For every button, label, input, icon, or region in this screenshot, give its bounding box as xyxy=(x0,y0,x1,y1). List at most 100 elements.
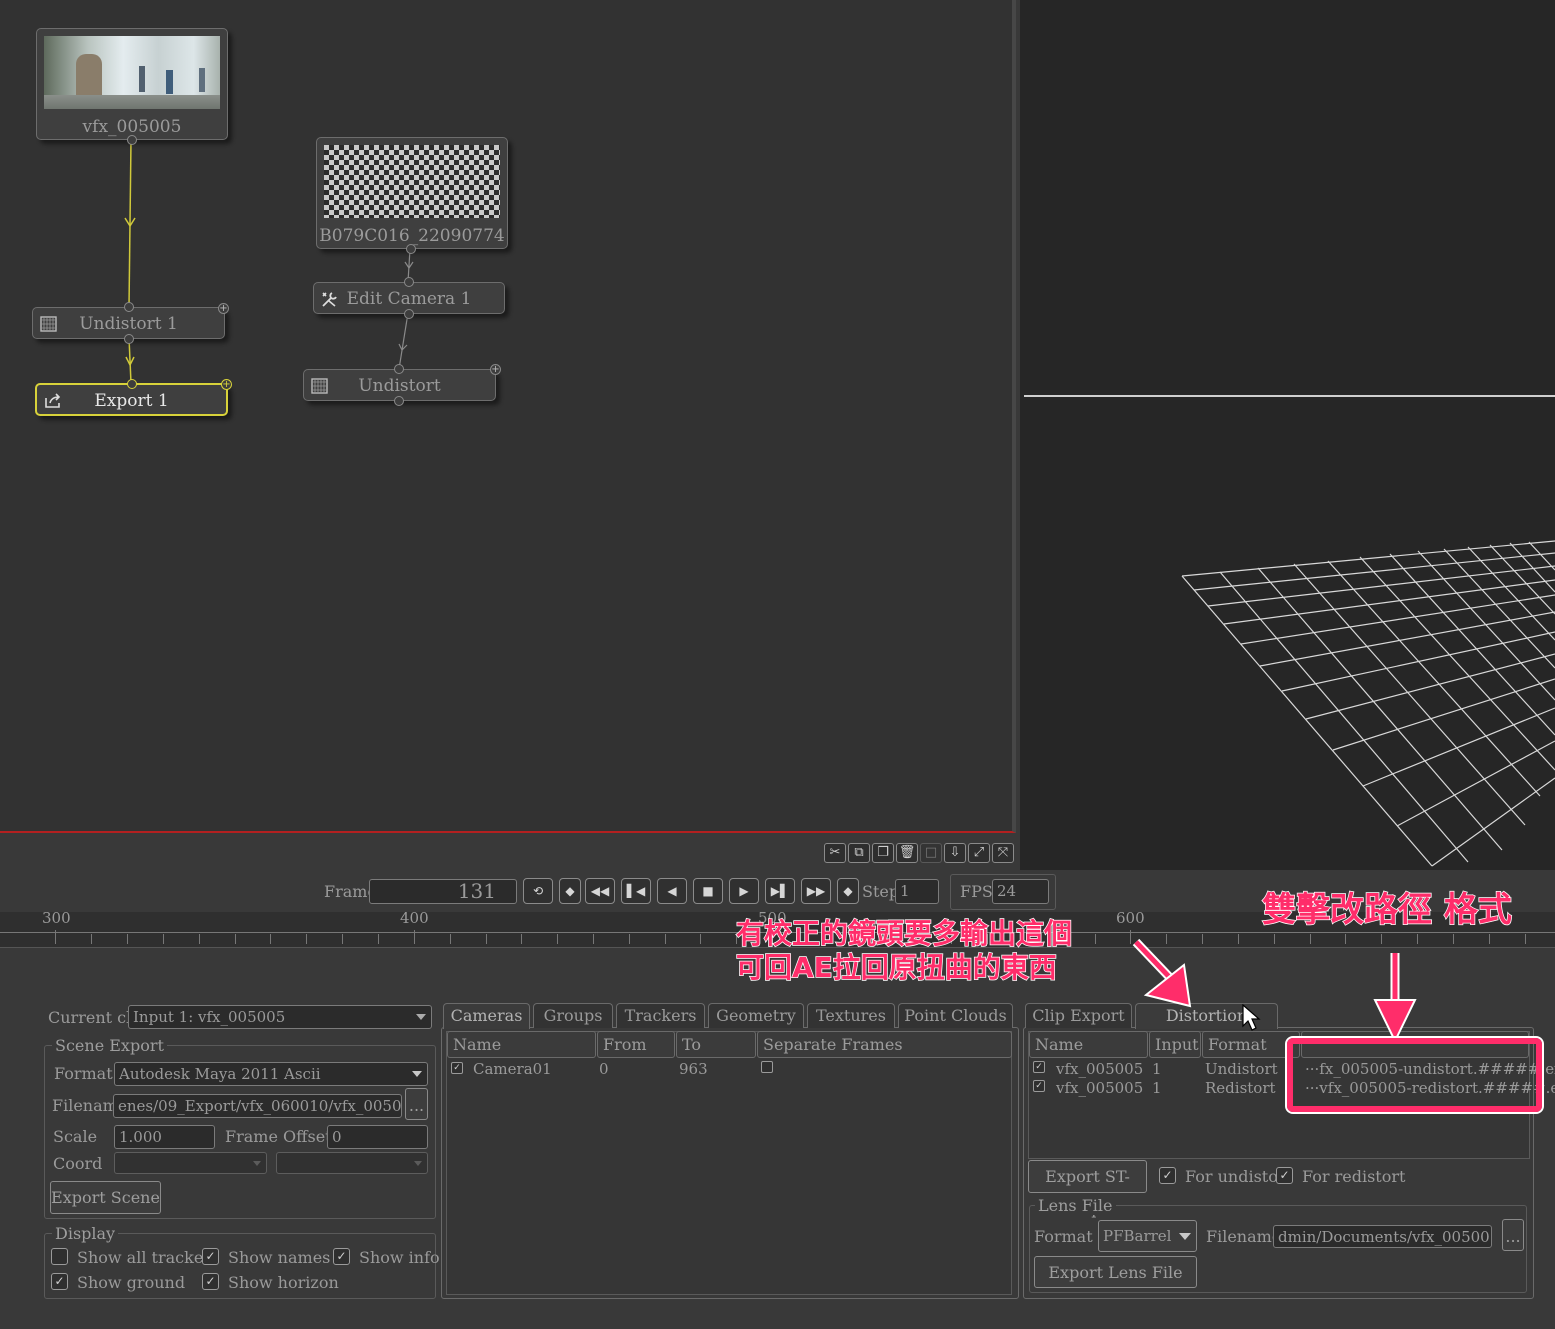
3d-viewport[interactable] xyxy=(1020,0,1555,870)
step-back-icon[interactable]: ▌◀ xyxy=(621,878,651,904)
row-2-format: Redistort xyxy=(1205,1079,1276,1097)
add-output-icon[interactable]: + xyxy=(490,364,501,375)
show-info-checkbox[interactable]: ✓ xyxy=(333,1248,350,1265)
lens-format-select[interactable]: PFBarrel xyxy=(1098,1220,1197,1252)
input-port[interactable] xyxy=(124,302,134,312)
camera-enabled-checkbox[interactable]: ✓ xyxy=(451,1062,463,1074)
tab-point-clouds[interactable]: Point Clouds xyxy=(898,1003,1013,1028)
undistort-node[interactable]: Undistort + xyxy=(303,364,501,406)
annotation-note-1-line-1: 有校正的鏡頭要多輸出這個 xyxy=(735,916,1073,951)
output-port[interactable] xyxy=(404,309,414,319)
coord-select-2[interactable] xyxy=(276,1152,428,1174)
delete-icon[interactable]: 🗑 xyxy=(896,843,918,863)
frame-offset-input[interactable]: 0 xyxy=(327,1125,428,1149)
play-back-icon[interactable]: ◀ xyxy=(657,878,687,904)
show-horizon-checkbox[interactable]: ✓ xyxy=(202,1273,219,1290)
export-lens-file-button[interactable]: Export Lens File xyxy=(1034,1256,1197,1288)
fps-input[interactable]: 24 xyxy=(992,879,1049,904)
stop-icon[interactable]: ■ xyxy=(693,878,723,904)
timeline-tick-label: 400 xyxy=(400,909,429,927)
output-port[interactable] xyxy=(124,334,134,344)
node-label: Undistort 1 xyxy=(79,314,178,334)
step-forward-icon[interactable]: ▶▌ xyxy=(765,878,795,904)
show-all-trackers-checkbox[interactable] xyxy=(51,1248,68,1265)
lens-browse-button[interactable]: ... xyxy=(1502,1219,1524,1251)
tab-trackers[interactable]: Trackers xyxy=(616,1003,705,1028)
fast-forward-icon[interactable]: ▶▶ xyxy=(801,878,831,904)
export-scene-button[interactable]: Export Scene xyxy=(50,1181,161,1214)
format-select[interactable]: Autodesk Maya 2011 Ascii xyxy=(114,1062,428,1086)
show-names-label: Show names xyxy=(228,1248,331,1267)
for-undistort-checkbox[interactable]: ✓ xyxy=(1159,1167,1176,1184)
fit-icon[interactable]: ⤢ xyxy=(968,843,990,863)
keyframe-prev-icon[interactable]: ◆ xyxy=(559,878,581,904)
row-2-name: vfx_005005 xyxy=(1056,1079,1144,1097)
browse-button[interactable]: ... xyxy=(405,1088,428,1120)
add-output-icon[interactable]: + xyxy=(218,303,229,314)
lens-format-value: PFBarrel xyxy=(1103,1227,1172,1245)
input-port[interactable] xyxy=(394,364,404,374)
filename-input[interactable]: enes/09_Export/vfx_060010/vfx_005005.ma xyxy=(113,1094,402,1118)
copy-icon[interactable]: ⧉ xyxy=(848,843,870,863)
loop-icon[interactable]: ⟲ xyxy=(523,878,553,904)
show-horizon-label: Show horizon xyxy=(228,1273,339,1292)
camera-to: 963 xyxy=(679,1060,708,1078)
column-header-to[interactable]: To xyxy=(676,1031,756,1058)
tab-geometry[interactable]: Geometry xyxy=(708,1003,804,1028)
lens-file-title: Lens File xyxy=(1035,1196,1116,1215)
for-redistort-checkbox[interactable]: ✓ xyxy=(1276,1167,1293,1184)
display-title: Display xyxy=(52,1224,119,1243)
frame-input[interactable]: 131 xyxy=(369,879,517,904)
play-icon[interactable]: ▶ xyxy=(729,878,759,904)
clip-node-b079[interactable]: B079C016_22090774 xyxy=(316,137,508,254)
download-icon[interactable]: ⇩ xyxy=(944,843,966,863)
output-port[interactable] xyxy=(127,135,137,145)
cut-icon[interactable]: ✂ xyxy=(824,843,846,863)
chevron-down-icon xyxy=(1179,1233,1191,1240)
export-st-maps-button[interactable]: Export ST-Maps xyxy=(1028,1160,1147,1218)
tab-groups[interactable]: Groups xyxy=(533,1003,613,1028)
input-port[interactable] xyxy=(127,379,137,389)
current-clip-select[interactable]: Input 1: vfx_005005 xyxy=(128,1005,432,1029)
show-info-label: Show info xyxy=(359,1248,440,1267)
disabled-icon[interactable]: □ xyxy=(920,843,942,863)
separate-frames-checkbox[interactable] xyxy=(761,1061,773,1073)
edit-camera-node[interactable]: Edit Camera 1 xyxy=(313,277,505,319)
ground-grid xyxy=(1181,540,1555,867)
input-port[interactable] xyxy=(404,277,414,287)
output-port[interactable] xyxy=(406,244,416,254)
fps-label: FPS xyxy=(960,882,993,901)
undistort-1-node[interactable]: Undistort 1 + xyxy=(32,302,229,344)
scale-input[interactable]: 1.000 xyxy=(114,1125,215,1149)
camera-name: Camera01 xyxy=(473,1060,552,1078)
add-output-icon[interactable]: + xyxy=(221,379,232,390)
tab-textures[interactable]: Textures xyxy=(807,1003,895,1028)
row-2-checkbox[interactable]: ✓ xyxy=(1033,1080,1045,1092)
tab-cameras[interactable]: Cameras xyxy=(443,1003,530,1029)
node-label: Edit Camera 1 xyxy=(346,289,472,309)
node-graph[interactable]: vfx_005005 B079C016_22090774 Undistort 1… xyxy=(0,0,1016,833)
tidy-icon[interactable]: ⤧ xyxy=(992,843,1014,863)
show-names-checkbox[interactable]: ✓ xyxy=(202,1248,219,1265)
lens-filename-label: Filename xyxy=(1206,1227,1282,1246)
step-input[interactable]: 1 xyxy=(895,879,939,904)
rewind-icon[interactable]: ◀◀ xyxy=(585,878,615,904)
keyframe-next-icon[interactable]: ◆ xyxy=(837,878,859,904)
column-header-name[interactable]: Name xyxy=(447,1031,596,1058)
mouse-cursor-icon xyxy=(1242,1004,1261,1031)
clip-node-vfx[interactable]: vfx_005005 xyxy=(36,28,228,145)
output-port[interactable] xyxy=(394,396,404,406)
lens-filename-input[interactable]: dmin/Documents/vfx_005005.pfb xyxy=(1273,1225,1492,1248)
column-header-from[interactable]: From xyxy=(597,1031,675,1058)
export-1-node[interactable]: Export 1 + xyxy=(35,379,232,416)
column-header-input[interactable]: Input xyxy=(1149,1031,1201,1058)
paste-icon[interactable]: ❐ xyxy=(872,843,894,863)
column-header-format[interactable]: Format xyxy=(1202,1031,1300,1058)
column-header-name[interactable]: Name xyxy=(1029,1031,1148,1058)
column-header-separate-frames[interactable]: Separate Frames xyxy=(757,1031,1012,1058)
show-ground-checkbox[interactable]: ✓ xyxy=(51,1273,68,1290)
coord-select-1[interactable] xyxy=(114,1152,267,1174)
clip-thumbnail xyxy=(44,36,220,109)
row-1-checkbox[interactable]: ✓ xyxy=(1033,1061,1045,1073)
chevron-down-icon xyxy=(253,1161,261,1166)
